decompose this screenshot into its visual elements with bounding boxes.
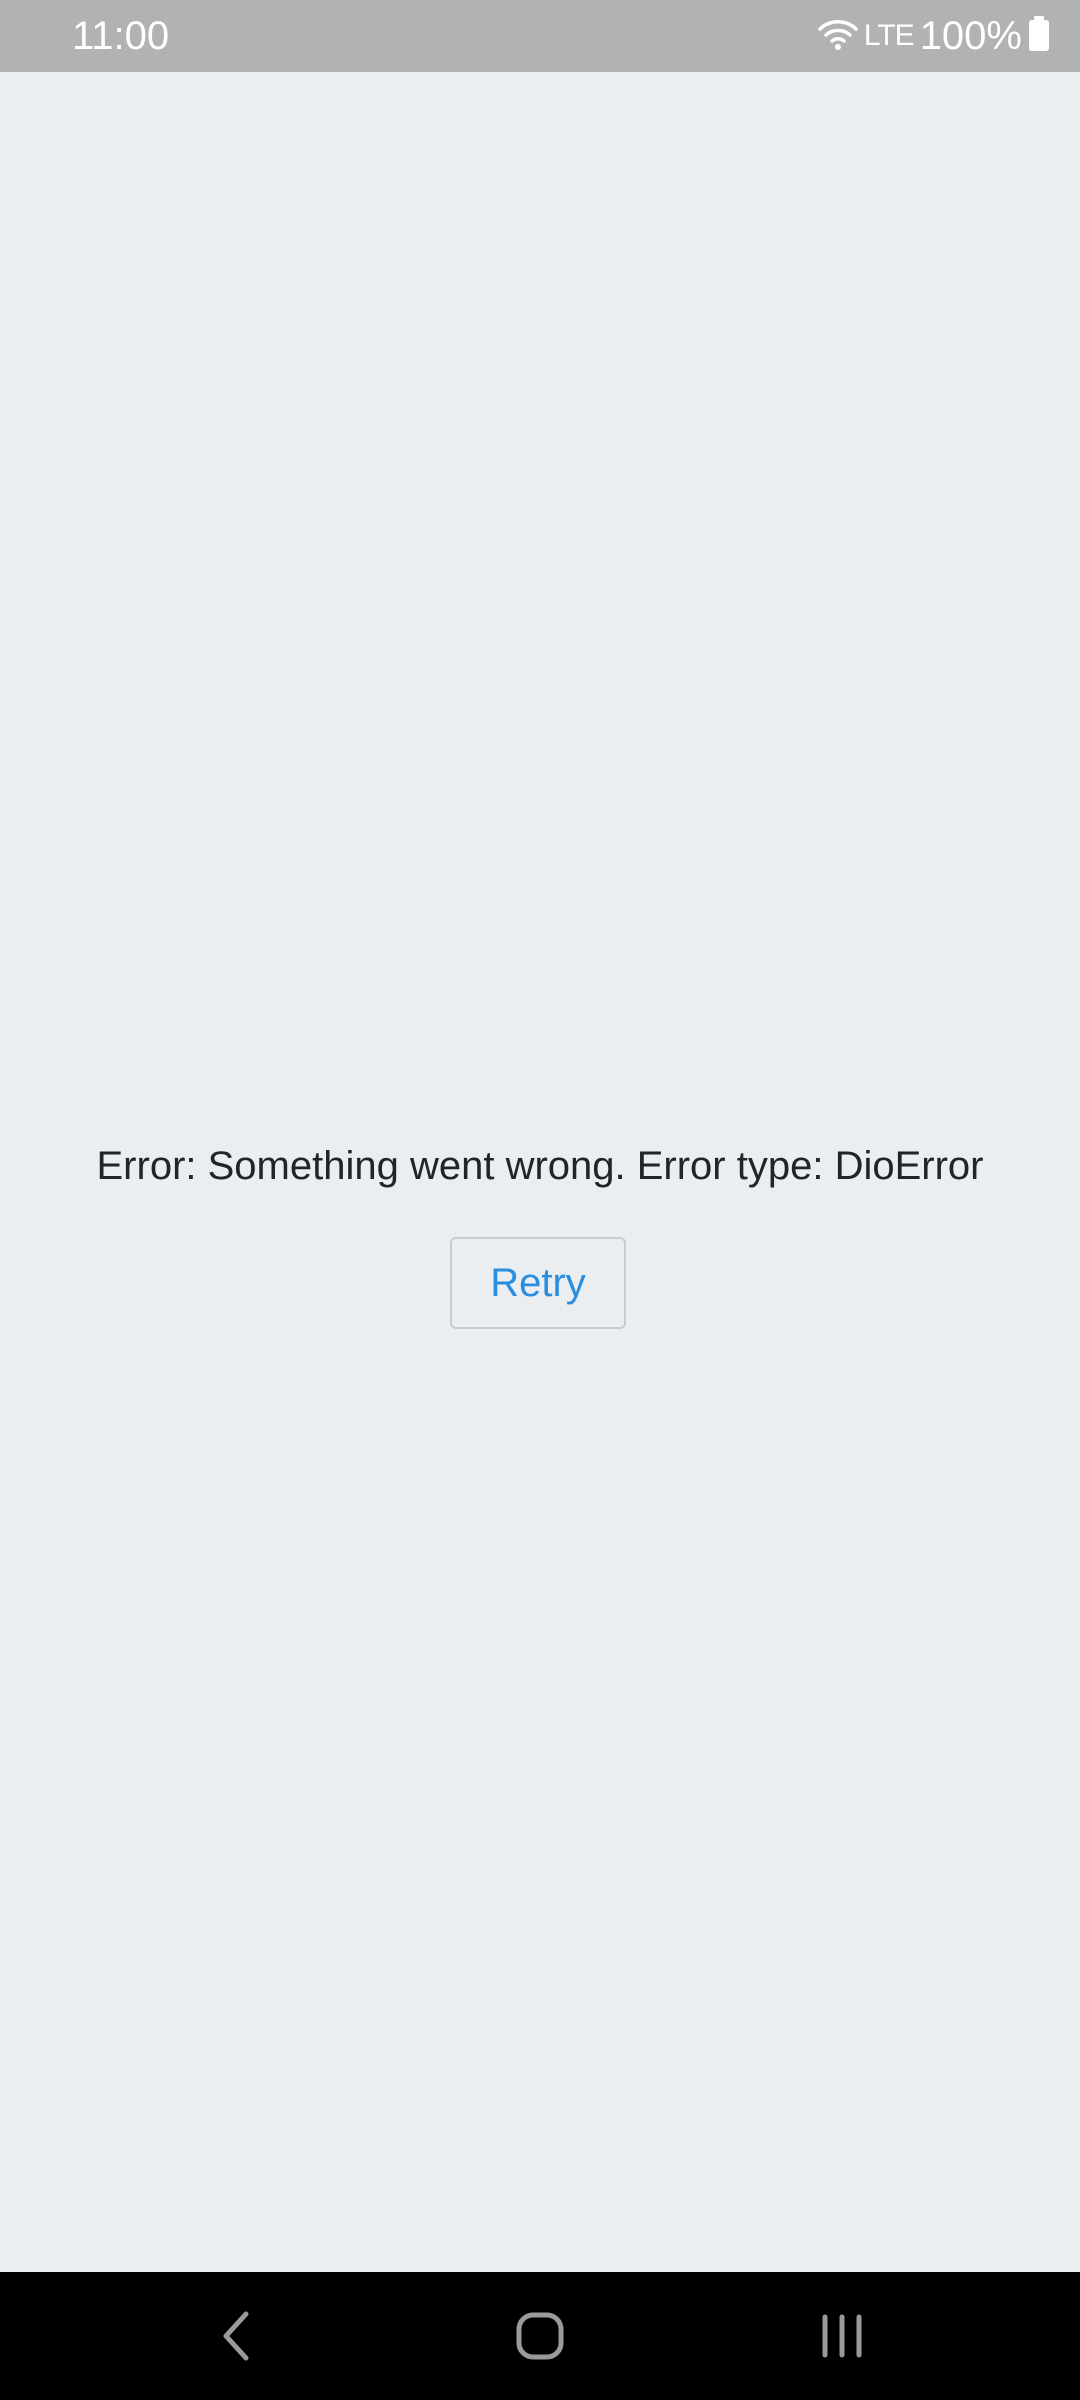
app-screen: 11:00 LTE 100% Error: Something went wro… — [0, 0, 1080, 2400]
error-message: Error: Something went wrong. Error type:… — [96, 1144, 984, 1188]
retry-button[interactable]: Retry — [450, 1237, 626, 1329]
battery-percentage: 100% — [919, 14, 1022, 58]
status-bar: 11:00 LTE 100% — [0, 0, 1080, 72]
status-time: 11:00 — [72, 14, 170, 58]
content-area: Error: Something went wrong. Error type:… — [0, 72, 1080, 2272]
home-icon[interactable] — [500, 2296, 580, 2376]
navigation-bar — [0, 2272, 1080, 2400]
recents-icon[interactable] — [802, 2296, 882, 2376]
network-type-label: LTE — [863, 19, 915, 52]
status-icons: LTE 100% — [818, 12, 1050, 60]
wifi-icon — [818, 17, 858, 56]
back-icon[interactable] — [198, 2296, 278, 2376]
battery-icon — [1028, 15, 1050, 57]
